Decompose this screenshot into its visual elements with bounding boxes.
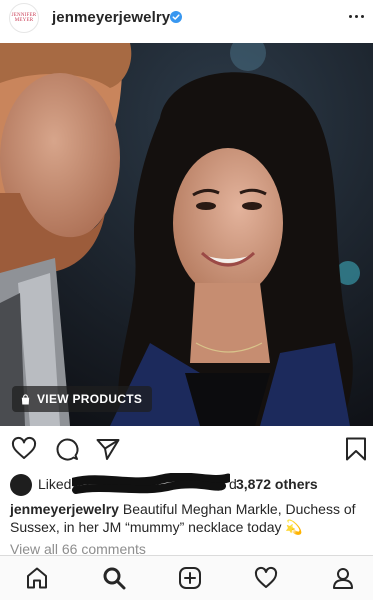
post-photo[interactable]: VIEW PRODUCTS: [0, 43, 373, 426]
photo-illustration: [0, 43, 373, 426]
paper-plane-icon[interactable]: [95, 436, 121, 462]
likes-prefix: Liked: [38, 476, 72, 492]
comment-icon[interactable]: [54, 436, 80, 462]
post-actions: [0, 432, 373, 466]
shopping-bag-icon: [21, 393, 30, 405]
view-products-button[interactable]: VIEW PRODUCTS: [12, 386, 153, 412]
post-header: JENNIFER MEYER jenmeyerjewelry: [0, 0, 373, 36]
profile-icon[interactable]: [331, 566, 355, 590]
heart-icon[interactable]: [11, 436, 37, 462]
bookmark-icon[interactable]: [343, 436, 369, 462]
verified-badge-icon: [170, 11, 182, 23]
caption-username[interactable]: jenmeyerjewelry: [10, 501, 119, 517]
avatar-text-line2: MEYER: [14, 18, 34, 23]
bottom-nav: [0, 555, 373, 600]
post-caption: jenmeyerjewelry Beautiful Meghan Markle,…: [10, 500, 366, 536]
account-avatar[interactable]: JENNIFER MEYER: [9, 3, 39, 33]
likes-row: Liked d 3,872 others: [0, 473, 373, 496]
likes-count[interactable]: 3,872 others: [236, 476, 318, 492]
sparkle-emoji: 💫: [285, 519, 303, 535]
post-username[interactable]: jenmeyerjewelry: [52, 9, 170, 26]
redaction-scribble: [72, 473, 230, 494]
more-dots-icon[interactable]: [349, 15, 364, 18]
liker-avatar[interactable]: [10, 474, 32, 496]
search-icon[interactable]: [102, 566, 126, 590]
activity-heart-icon[interactable]: [254, 566, 278, 590]
add-post-icon[interactable]: [178, 566, 202, 590]
home-icon[interactable]: [25, 566, 49, 590]
view-products-label: VIEW PRODUCTS: [37, 392, 143, 406]
